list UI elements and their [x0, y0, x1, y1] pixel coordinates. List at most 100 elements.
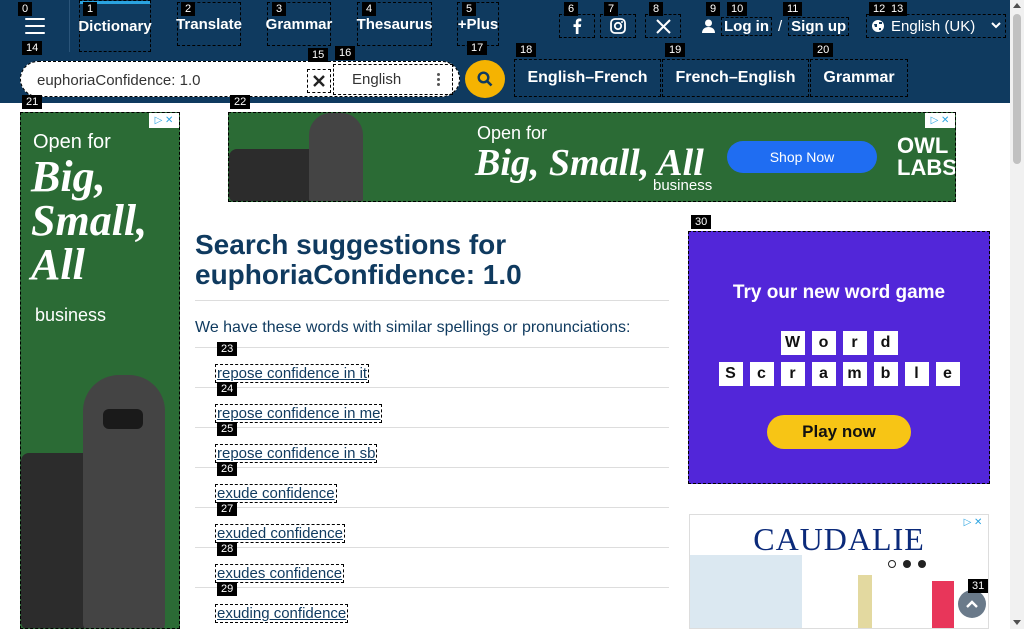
- search-button[interactable]: [465, 60, 505, 98]
- suggestion-link[interactable]: repose confidence in me: [215, 404, 383, 423]
- device-eyes: [103, 409, 143, 429]
- marker-label: 29: [217, 582, 238, 596]
- marker-label: 0: [18, 2, 33, 16]
- nav-plus-label: +Plus: [457, 15, 499, 33]
- search-icon: [477, 71, 493, 87]
- x-icon: [655, 18, 671, 34]
- marker-label: 23: [217, 342, 238, 356]
- marker-label: 6: [564, 2, 579, 16]
- marker-label: 14: [22, 41, 43, 55]
- suggestion-link[interactable]: repose confidence in sb: [215, 444, 378, 463]
- marker-label: 1: [83, 2, 98, 16]
- suggestions-intro: We have these words with similar spellin…: [195, 319, 631, 336]
- grammar-link[interactable]: Grammar: [810, 59, 908, 97]
- scroll-down-arrow-icon[interactable]: [1013, 620, 1021, 625]
- ad-choices-icon[interactable]: ▷ ✕: [925, 113, 955, 128]
- marker-label: 13: [887, 2, 908, 16]
- user-icon: [702, 19, 715, 33]
- speaker-device-image: [309, 113, 363, 201]
- page-title: Search suggestions for euphoriaConfidenc…: [195, 230, 669, 290]
- title-divider: [195, 300, 669, 301]
- french-english-link[interactable]: French–English: [662, 59, 809, 97]
- ad-choices-icon[interactable]: ▷ ✕: [149, 113, 179, 128]
- x-link[interactable]: [645, 14, 681, 38]
- letter-tile: o: [811, 331, 836, 355]
- scroll-to-top-button[interactable]: [958, 590, 986, 618]
- letter-tile: a: [811, 362, 836, 386]
- scroll-up-arrow-icon[interactable]: [1013, 3, 1021, 8]
- page-scrollbar[interactable]: [1010, 0, 1024, 629]
- suggestion-link[interactable]: repose confidence in it: [215, 364, 370, 383]
- product-image: [690, 555, 802, 628]
- list-item: exude confidence: [195, 467, 669, 507]
- hamburger-icon: [24, 18, 45, 34]
- word-scramble-promo[interactable]: Try our new word game W o r d S c r a m …: [688, 231, 990, 484]
- marker-label: 21: [22, 95, 43, 109]
- suggestion-link[interactable]: exude confidence: [215, 484, 337, 503]
- list-item: repose confidence in sb: [195, 427, 669, 467]
- marker-label: 26: [217, 462, 238, 476]
- suggestion-link[interactable]: exuding confidence: [215, 604, 349, 623]
- search-input[interactable]: [37, 68, 307, 92]
- letter-tile: c: [749, 362, 774, 386]
- page-title-prefix: Search suggestions for: [195, 229, 507, 260]
- shop-now-button[interactable]: Shop Now: [727, 141, 877, 173]
- marker-label: 8: [649, 2, 664, 16]
- marker-label: 10: [727, 2, 748, 16]
- signup-link[interactable]: Sign up: [788, 16, 850, 36]
- marker-label: 28: [217, 542, 238, 556]
- nav-translate-label: Translate: [176, 15, 242, 33]
- login-separator: /: [778, 17, 783, 35]
- suggestion-link[interactable]: exudes confidence: [215, 564, 345, 583]
- letter-tile: S: [718, 362, 743, 386]
- instagram-link[interactable]: [600, 14, 636, 38]
- facebook-link[interactable]: [559, 14, 595, 38]
- instagram-icon: [610, 18, 626, 34]
- word-tiles-row: W o r d: [689, 331, 989, 355]
- marker-label: 24: [217, 382, 238, 396]
- search-bar-row: English English–French French–English Gr…: [0, 52, 1010, 103]
- product-tube-image: [932, 581, 954, 628]
- list-item: repose confidence in me: [195, 387, 669, 427]
- search-language-select[interactable]: English: [333, 64, 453, 95]
- carousel-dots: [888, 560, 926, 568]
- owl-labs-logo: OWL LABS.: [897, 133, 956, 180]
- more-options-icon: [437, 73, 440, 86]
- top-advertisement[interactable]: ▷ ✕ Open for Big, Small, All business Sh…: [228, 112, 956, 202]
- marker-label: 15: [308, 48, 329, 62]
- marker-label: 17: [467, 41, 488, 55]
- marker-label: 30: [691, 215, 712, 229]
- letter-tile: W: [780, 331, 805, 355]
- clear-search-button[interactable]: [307, 69, 331, 93]
- chevron-down-icon: [991, 22, 1001, 29]
- letter-tile: e: [935, 362, 960, 386]
- word-scramble-title: Try our new word game: [732, 282, 946, 303]
- grammar-link-label: Grammar: [823, 69, 895, 86]
- marker-label: 25: [217, 422, 238, 436]
- site-language-selector[interactable]: English (UK): [866, 14, 1007, 38]
- side-ad-headline: Big, Small, All: [31, 152, 148, 289]
- main-content: Search suggestions for euphoriaConfidenc…: [195, 230, 669, 627]
- caudalie-advertisement[interactable]: ▷ ✕ CAUDALIE: [689, 514, 989, 629]
- marker-label: 31: [968, 579, 989, 593]
- scrollbar-thumb[interactable]: [1013, 14, 1021, 164]
- marker-label: 18: [516, 43, 537, 57]
- login-link[interactable]: Log in: [721, 16, 772, 36]
- suggestion-link[interactable]: exuded confidence: [215, 524, 345, 543]
- scramble-tiles-row: S c r a m b l e: [689, 362, 989, 386]
- facebook-icon: [573, 18, 582, 34]
- english-french-link[interactable]: English–French: [514, 59, 661, 97]
- search-box: English: [20, 61, 460, 97]
- nav-dictionary-label: Dictionary: [78, 17, 152, 35]
- play-now-button[interactable]: Play now: [767, 415, 911, 449]
- side-advertisement[interactable]: ▷ ✕ Open for Big, Small, All business: [20, 112, 180, 629]
- caudalie-logo: CAUDALIE: [753, 521, 925, 557]
- list-item: exuded confidence: [195, 507, 669, 547]
- marker-label: 22: [230, 95, 251, 109]
- english-french-label: English–French: [527, 69, 648, 86]
- marker-label: 3: [272, 2, 287, 16]
- side-ad-business-text: business: [35, 305, 107, 325]
- nav-thesaurus-label: Thesaurus: [356, 15, 433, 33]
- list-item: exuding confidence: [195, 587, 669, 627]
- french-english-label: French–English: [675, 69, 796, 86]
